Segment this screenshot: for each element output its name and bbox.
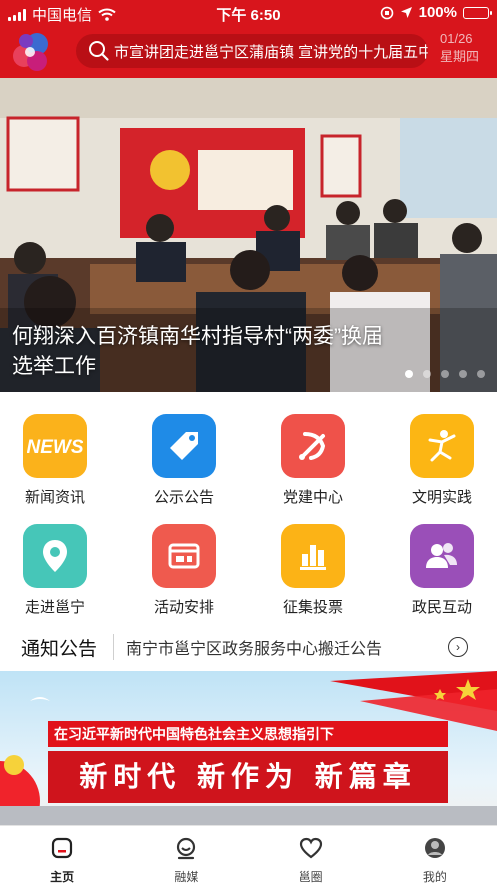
heart-icon bbox=[299, 837, 322, 859]
tab-media[interactable]: 融媒 bbox=[124, 826, 248, 883]
grid-label: 政民互动 bbox=[411, 599, 472, 616]
media-icon bbox=[177, 837, 196, 860]
grid-label: 走进邕宁 bbox=[24, 599, 85, 616]
tag-icon bbox=[152, 414, 216, 478]
news-icon: NEWS bbox=[23, 414, 87, 478]
bar-chart-icon bbox=[281, 524, 345, 588]
app-logo[interactable] bbox=[10, 28, 52, 74]
date-display: 01/26 星期四 bbox=[440, 30, 497, 72]
carousel-dot[interactable] bbox=[441, 370, 449, 378]
grid-item-about-yongning[interactable]: 走进邕宁 bbox=[5, 524, 105, 617]
news-carousel[interactable]: 何翔深入百济镇南华村指导村“两委”换届选举工作 bbox=[0, 78, 497, 392]
map-pin-icon bbox=[23, 524, 87, 588]
notice-bar[interactable]: 通知公告 南宁市邕宁区政务服务中心搬迁公告 › bbox=[0, 628, 497, 666]
app-root: 中国电信 下午 6:50 100% 市宣讲团走进邕宁区蒲庙镇 宣讲党的十九届五中… bbox=[0, 0, 497, 883]
chevron-right-icon[interactable]: › bbox=[448, 637, 468, 657]
svg-text:NEWS: NEWS bbox=[27, 437, 83, 458]
carousel-dot[interactable] bbox=[405, 370, 413, 378]
tab-home[interactable]: 主页 bbox=[0, 826, 124, 883]
banner-caption[interactable]: 何翔深入百济镇南华村指导村“两委”换届选举工作 bbox=[12, 322, 392, 382]
grid-item-citizen-interaction[interactable]: 政民互动 bbox=[392, 524, 492, 617]
home-icon bbox=[52, 837, 73, 859]
carousel-dot[interactable] bbox=[477, 370, 485, 378]
battery-icon bbox=[463, 6, 492, 19]
profile-icon bbox=[424, 838, 445, 858]
promo-slogan: 新时代 新作为 新篇章 bbox=[48, 751, 448, 803]
carousel-dot[interactable] bbox=[423, 370, 431, 378]
header-bar: 中国电信 下午 6:50 100% 市宣讲团走进邕宁区蒲庙镇 宣讲党的十九届五中… bbox=[0, 0, 497, 78]
party-emblem-icon bbox=[281, 414, 345, 478]
search-bar[interactable]: 市宣讲团走进邕宁区蒲庙镇 宣讲党的十九届五中全 bbox=[76, 34, 428, 68]
orientation-lock-icon bbox=[380, 6, 393, 19]
weekday-text: 星期四 bbox=[440, 49, 480, 64]
location-icon bbox=[400, 7, 412, 18]
promo-banner[interactable]: 在习近平新时代中国特色社会主义思想指引下 新时代 新作为 新篇章 bbox=[0, 671, 497, 825]
carousel-indicators bbox=[405, 370, 485, 378]
date-text: 01/26 bbox=[440, 31, 473, 46]
tab-label: 主页 bbox=[50, 870, 75, 883]
battery-percent: 100% bbox=[418, 4, 457, 21]
tab-label: 邕圈 bbox=[298, 870, 323, 883]
search-headline: 市宣讲团走进邕宁区蒲庙镇 宣讲党的十九届五中全 bbox=[114, 43, 428, 61]
grid-label: 党建中心 bbox=[282, 489, 343, 506]
grid-label: 活动安排 bbox=[153, 599, 214, 616]
grid-label: 文明实践 bbox=[411, 489, 472, 506]
promo-subtitle: 在习近平新时代中国特色社会主义思想指引下 bbox=[48, 721, 448, 747]
notice-text[interactable]: 南宁市邕宁区政务服务中心搬迁公告 bbox=[126, 635, 448, 659]
grid-label: 征集投票 bbox=[282, 599, 343, 616]
grid-label: 新闻资讯 bbox=[24, 489, 85, 506]
grid-item-vote[interactable]: 征集投票 bbox=[263, 524, 363, 617]
tab-label: 融媒 bbox=[174, 870, 199, 883]
status-bar: 中国电信 下午 6:50 100% bbox=[0, 0, 497, 26]
users-icon bbox=[410, 524, 474, 588]
tab-profile[interactable]: 我的 bbox=[373, 826, 497, 883]
grid-item-news[interactable]: NEWS 新闻资讯 bbox=[5, 414, 105, 507]
grid-label: 公示公告 bbox=[153, 489, 214, 506]
grid-item-announcements[interactable]: 公示公告 bbox=[134, 414, 234, 507]
divider bbox=[113, 634, 114, 660]
grid-item-party-center[interactable]: 党建中心 bbox=[263, 414, 363, 507]
tab-circle[interactable]: 邕圈 bbox=[249, 826, 373, 883]
schedule-icon bbox=[152, 524, 216, 588]
carousel-dot[interactable] bbox=[459, 370, 467, 378]
notice-title: 通知公告 bbox=[21, 638, 98, 660]
search-icon bbox=[89, 41, 109, 61]
tab-label: 我的 bbox=[422, 870, 447, 883]
bottom-tab-bar: 主页 融媒 邕圈 我的 bbox=[0, 825, 497, 883]
grid-item-activity-schedule[interactable]: 活动安排 bbox=[134, 524, 234, 617]
dancer-icon bbox=[410, 414, 474, 478]
grid-item-civilization-practice[interactable]: 文明实践 bbox=[392, 414, 492, 507]
